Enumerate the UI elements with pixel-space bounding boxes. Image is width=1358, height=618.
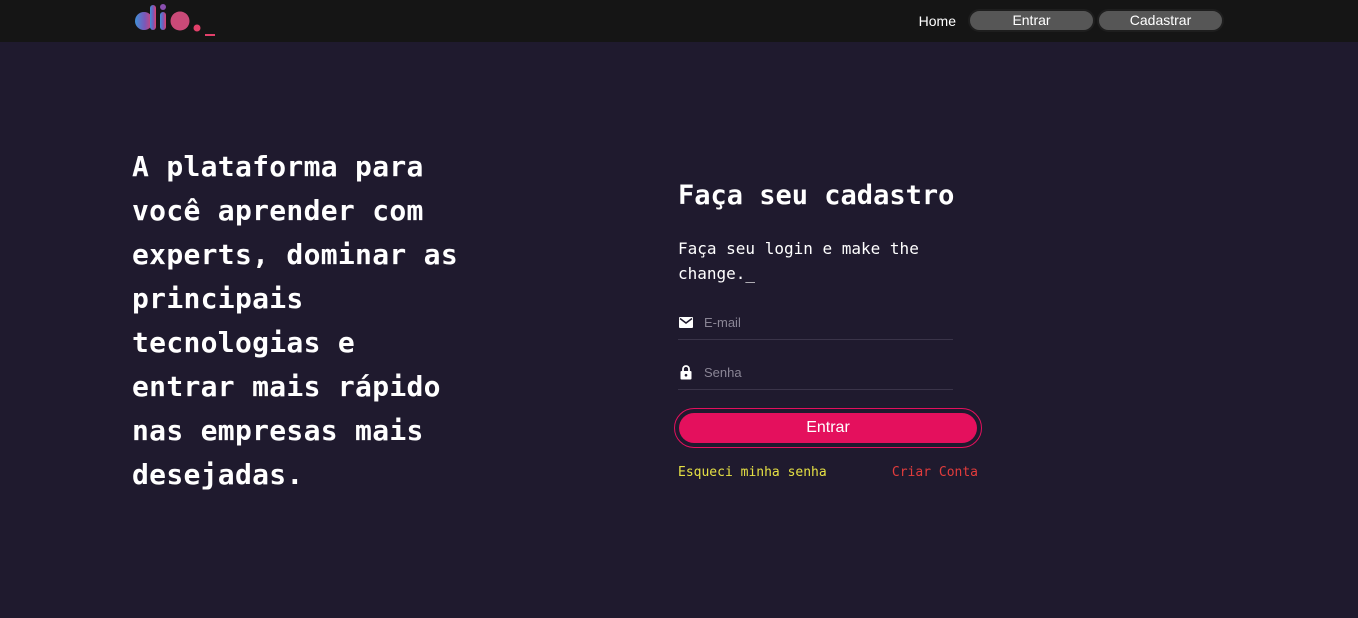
dio-logo[interactable] <box>134 2 230 38</box>
nav-signup-button[interactable]: Cadastrar <box>1097 9 1224 32</box>
hero-title: A plataforma para você aprender com expe… <box>132 150 458 491</box>
email-input[interactable] <box>704 310 944 335</box>
nav-enter-button[interactable]: Entrar <box>968 9 1095 32</box>
mail-icon <box>678 315 694 331</box>
nav-home-link[interactable]: Home <box>919 13 956 29</box>
password-field <box>678 356 953 390</box>
signup-form: Faça seu cadastro Faça seu login e make … <box>674 178 988 480</box>
form-links: Esqueci minha senha Criar Conta <box>678 465 978 480</box>
password-input[interactable] <box>704 360 944 385</box>
main-nav: Home Entrar Cadastrar <box>919 9 1224 32</box>
submit-button-outline: Entrar <box>674 408 982 448</box>
email-field <box>678 306 953 340</box>
forgot-password-link[interactable]: Esqueci minha senha <box>678 465 827 480</box>
submit-button[interactable]: Entrar <box>679 413 977 443</box>
form-title: Faça seu cadastro <box>678 180 955 211</box>
top-navbar: Home Entrar Cadastrar <box>0 0 1358 42</box>
lock-icon <box>678 365 694 381</box>
create-account-link[interactable]: Criar Conta <box>892 465 978 480</box>
form-subtitle: Faça seu login e make the change._ <box>678 239 919 283</box>
